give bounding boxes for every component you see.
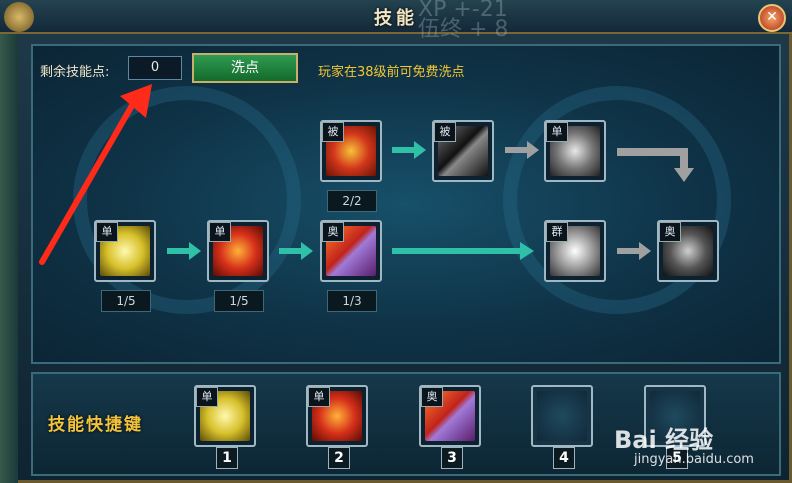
hotkey-number: 4 (553, 447, 575, 469)
skill-type-tag: 单 (546, 122, 568, 142)
skill-slot-r1c4[interactable]: 被 (432, 120, 494, 182)
skill-type-tag: 被 (434, 122, 456, 142)
skill-type-tag: 单 (209, 222, 231, 242)
skill-type-tag: 群 (546, 222, 568, 242)
quickbar-title: 技能快捷键 (48, 415, 143, 435)
empty-slot-icon (537, 391, 587, 441)
quickbar-slot-2[interactable]: 单 (306, 385, 368, 447)
skill-type-tag: 奥 (322, 222, 344, 242)
skill-level: 2/2 (327, 190, 377, 212)
skill-slot-r2c3[interactable]: 奥 (320, 220, 382, 282)
skill-slot-r2c2[interactable]: 单 (207, 220, 269, 282)
quickbar-slot-1[interactable]: 单 (194, 385, 256, 447)
watermark-brand: Bai 经验 (614, 426, 714, 454)
skill-slot-r2c6[interactable]: 奥 (657, 220, 719, 282)
hotkey-number: 3 (441, 447, 463, 469)
skill-type-tag: 奥 (659, 222, 681, 242)
skill-type-tag: 单 (308, 387, 330, 407)
skill-level: 1/5 (214, 290, 264, 312)
watermark-url: jingyan.baidu.com (634, 452, 754, 467)
skill-level: 1/5 (101, 290, 151, 312)
quickbar-slot-4[interactable] (531, 385, 593, 447)
skill-slot-r1c3[interactable]: 被 (320, 120, 382, 182)
skill-type-tag: 单 (196, 387, 218, 407)
hotkey-number: 1 (216, 447, 238, 469)
quickbar-slot-3[interactable]: 奥 (419, 385, 481, 447)
skill-slot-r2c1[interactable]: 单 (94, 220, 156, 282)
skill-type-tag: 奥 (421, 387, 443, 407)
skill-level: 1/3 (327, 290, 377, 312)
hotkey-number: 2 (328, 447, 350, 469)
skill-slot-r1c5[interactable]: 单 (544, 120, 606, 182)
skill-type-tag: 被 (322, 122, 344, 142)
skill-type-tag: 单 (96, 222, 118, 242)
skill-slot-r2c5[interactable]: 群 (544, 220, 606, 282)
